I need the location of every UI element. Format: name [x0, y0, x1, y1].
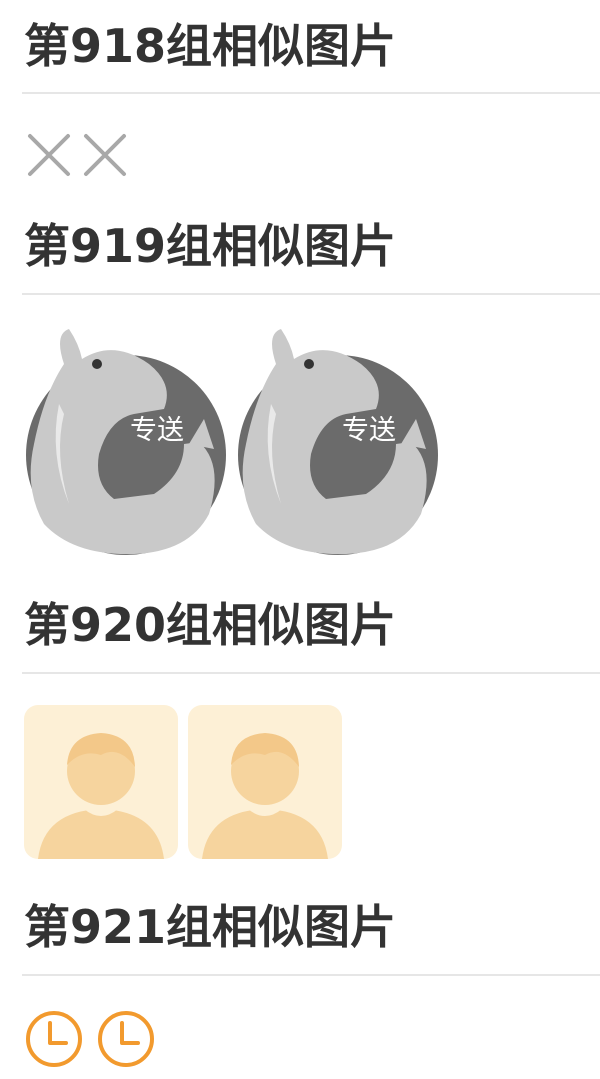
image-list [24, 705, 352, 859]
image-list: 专送 专送 [24, 324, 448, 556]
kangaroo-delivery-icon[interactable]: 专送 [236, 324, 440, 556]
clock-icon[interactable] [96, 1009, 156, 1069]
group-title: 第918组相似图片 [24, 19, 397, 73]
image-list [24, 130, 136, 180]
kangaroo-badge-label: 专送 [342, 415, 396, 446]
kangaroo-delivery-icon[interactable]: 专送 [24, 324, 228, 556]
divider [22, 92, 600, 94]
close-x-icon[interactable] [24, 130, 74, 180]
divider [22, 672, 600, 674]
clock-icon[interactable] [24, 1009, 84, 1069]
group-title: 第920组相似图片 [24, 598, 397, 652]
default-avatar-icon[interactable] [24, 705, 178, 859]
divider [22, 293, 600, 295]
group-title: 第919组相似图片 [24, 219, 397, 273]
close-x-icon[interactable] [80, 130, 130, 180]
kangaroo-badge-label: 专送 [130, 415, 184, 446]
group-title: 第921组相似图片 [24, 900, 397, 954]
divider [22, 974, 600, 976]
image-list [24, 1009, 168, 1069]
default-avatar-icon[interactable] [188, 705, 342, 859]
